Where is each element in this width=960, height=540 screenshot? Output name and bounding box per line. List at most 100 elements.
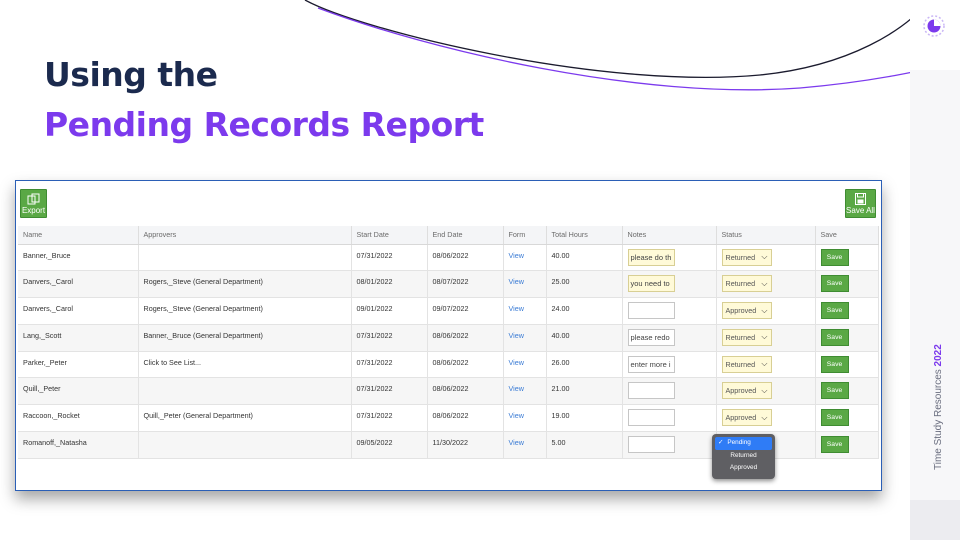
status-cell: Returned ⌵: [716, 351, 816, 379]
chevron-down-icon: ⌵: [761, 412, 768, 422]
total-hours-cell: 21.00: [546, 377, 623, 406]
status-option-approved[interactable]: Approved: [715, 462, 772, 475]
table-row: Banner,_Bruce 07/31/2022 08/06/2022 View…: [18, 244, 879, 272]
notes-input[interactable]: you need to: [627, 275, 675, 293]
total-hours-cell: 24.00: [546, 297, 623, 325]
row-save-button[interactable]: Save: [820, 328, 849, 346]
row-save-button[interactable]: Save: [820, 275, 849, 293]
notes-cell: enter more i: [622, 351, 717, 379]
view-form-link[interactable]: View: [503, 404, 547, 433]
status-select[interactable]: Returned ⌵: [721, 275, 772, 293]
status-value: Approved: [725, 386, 757, 396]
notes-cell: [622, 377, 717, 406]
status-option-pending[interactable]: ✓ Pending: [715, 437, 772, 450]
name-cell: Raccoon,_Rocket: [18, 404, 139, 433]
end-date-cell: 08/06/2022: [427, 324, 504, 352]
footer-text: Time Study Resources: [933, 369, 944, 470]
export-button[interactable]: Export: [20, 189, 47, 218]
notes-cell: [622, 404, 717, 433]
notes-input[interactable]: please redo: [627, 328, 675, 346]
notes-input[interactable]: [627, 436, 675, 454]
report-screenshot: Export Save All Name Approvers Start Dat…: [15, 180, 882, 491]
column-header-end-date[interactable]: End Date: [427, 226, 504, 245]
row-save-button[interactable]: Save: [820, 436, 849, 454]
column-header-total-hours[interactable]: Total Hours: [546, 226, 623, 245]
notes-input[interactable]: [627, 409, 675, 427]
notes-cell: please do th: [622, 244, 717, 272]
view-form-link[interactable]: View: [503, 377, 547, 406]
column-header-approvers[interactable]: Approvers: [138, 226, 352, 245]
notes-input[interactable]: [627, 382, 675, 400]
notes-input[interactable]: please do th: [627, 248, 675, 266]
status-cell: Returned ⌵: [716, 324, 816, 352]
status-cell: Returned ⌵: [716, 270, 816, 299]
status-option-returned[interactable]: Returned: [715, 450, 772, 463]
chevron-down-icon: ⌵: [761, 359, 768, 369]
row-save-button[interactable]: Save: [820, 409, 849, 427]
notes-cell: please redo: [622, 324, 717, 352]
slide-title-line1: Using the: [44, 55, 218, 94]
save-cell: Save: [815, 377, 879, 406]
total-hours-cell: 26.00: [546, 351, 623, 379]
chevron-down-icon: ⌵: [761, 385, 768, 395]
view-form-link[interactable]: View: [503, 351, 547, 379]
status-select[interactable]: Returned ⌵: [721, 328, 772, 346]
view-form-link[interactable]: View: [503, 297, 547, 325]
chevron-down-icon: ⌵: [761, 278, 768, 288]
footer-vertical-text: Time Study Resources 2022: [933, 344, 944, 470]
notes-input[interactable]: enter more i: [627, 355, 675, 373]
save-all-button[interactable]: Save All: [845, 189, 876, 218]
column-header-name[interactable]: Name: [18, 226, 139, 245]
row-save-button[interactable]: Save: [820, 302, 849, 320]
export-icon: [27, 193, 40, 205]
approvers-link[interactable]: Click to See List...: [138, 351, 352, 379]
status-dropdown-menu: ✓ Pending Returned Approved: [712, 434, 775, 479]
table-row: Danvers,_Carol Rogers,_Steve (General De…: [18, 297, 879, 325]
table-row: Raccoon,_Rocket Quill,_Peter (General De…: [18, 404, 879, 433]
notes-input[interactable]: [627, 302, 675, 320]
save-cell: Save: [815, 431, 879, 459]
view-form-link[interactable]: View: [503, 270, 547, 299]
start-date-cell: 09/01/2022: [351, 297, 428, 325]
column-header-start-date[interactable]: Start Date: [351, 226, 428, 245]
view-form-link[interactable]: View: [503, 431, 547, 459]
name-cell: Danvers,_Carol: [18, 270, 139, 299]
view-form-link[interactable]: View: [503, 244, 547, 272]
name-cell: Parker,_Peter: [18, 351, 139, 379]
table-row: Lang,_Scott Banner,_Bruce (General Depar…: [18, 324, 879, 352]
table-row: Danvers,_Carol Rogers,_Steve (General De…: [18, 270, 879, 299]
chevron-down-icon: ⌵: [761, 252, 768, 261]
row-save-button[interactable]: Save: [820, 355, 849, 373]
start-date-cell: 09/05/2022: [351, 431, 428, 459]
view-form-link[interactable]: View: [503, 324, 547, 352]
row-save-button[interactable]: Save: [820, 382, 849, 400]
column-header-form[interactable]: Form: [503, 226, 547, 245]
status-value: Returned: [725, 332, 756, 342]
column-header-status[interactable]: Status: [716, 226, 816, 245]
table-row: Parker,_Peter Click to See List... 07/31…: [18, 351, 879, 379]
chevron-down-icon: ⌵: [761, 332, 768, 342]
column-header-notes[interactable]: Notes: [622, 226, 717, 245]
notes-cell: you need to: [622, 270, 717, 299]
approvers-cell: [138, 431, 352, 459]
approvers-cell: Quill,_Peter (General Department): [138, 404, 352, 433]
approvers-cell: Rogers,_Steve (General Department): [138, 270, 352, 299]
status-select[interactable]: Approved ⌵: [721, 409, 772, 427]
status-select[interactable]: Approved ⌵: [721, 302, 772, 320]
approvers-cell: [138, 377, 352, 406]
status-select[interactable]: Returned ⌵: [721, 355, 772, 373]
start-date-cell: 08/01/2022: [351, 270, 428, 299]
total-hours-cell: 40.00: [546, 324, 623, 352]
start-date-cell: 07/31/2022: [351, 404, 428, 433]
approvers-cell: [138, 244, 352, 272]
footer-year: 2022: [933, 344, 944, 367]
status-select[interactable]: Returned ⌵: [721, 248, 772, 266]
save-cell: Save: [815, 297, 879, 325]
approvers-cell: Rogers,_Steve (General Department): [138, 297, 352, 325]
column-header-save[interactable]: Save: [815, 226, 879, 245]
row-save-button[interactable]: Save: [820, 248, 849, 266]
circular-progress-logo-icon: [923, 15, 945, 37]
notes-cell: [622, 297, 717, 325]
status-select[interactable]: Approved ⌵: [721, 382, 772, 400]
end-date-cell: 08/06/2022: [427, 377, 504, 406]
